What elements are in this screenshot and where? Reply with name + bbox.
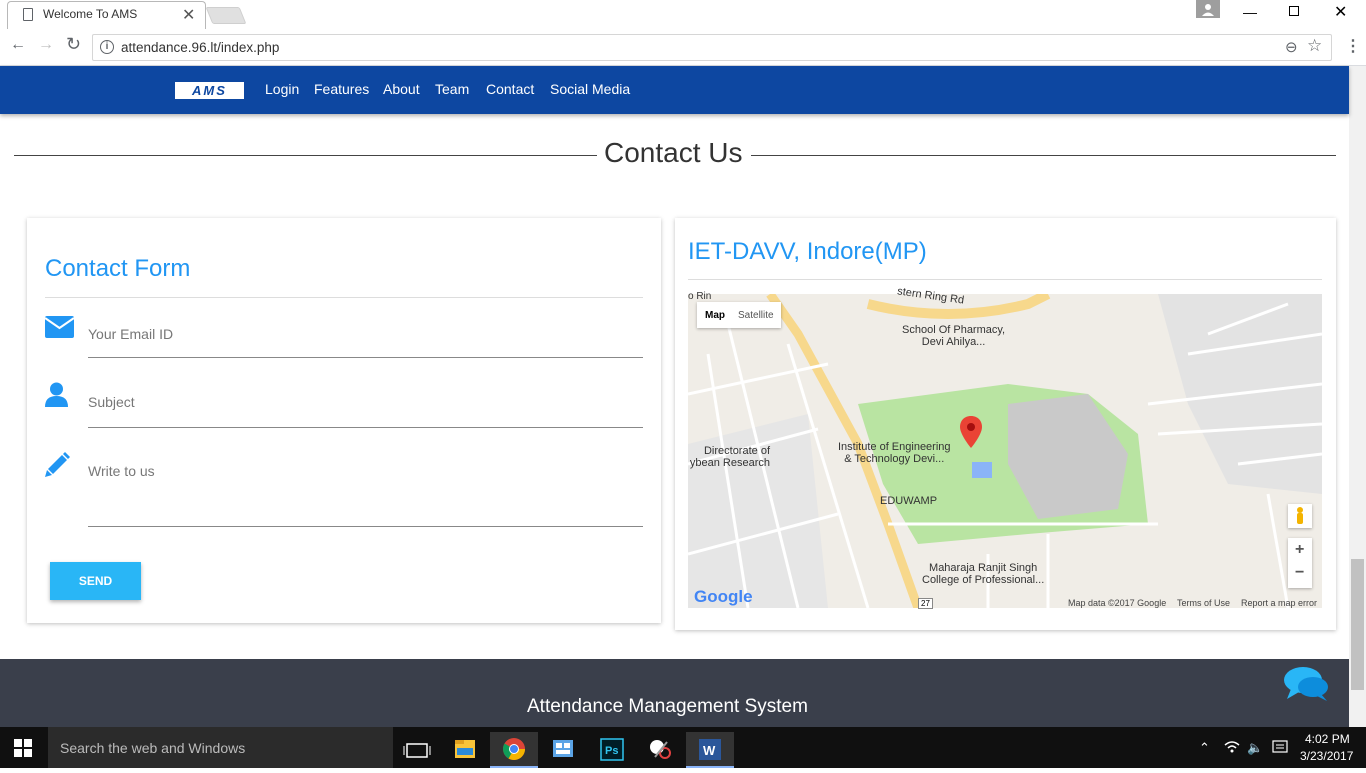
nav-link-about[interactable]: About xyxy=(383,81,420,97)
highway-badge: 27 xyxy=(918,598,933,609)
map-data-attribution: Map data ©2017 Google xyxy=(1068,598,1167,608)
forward-icon[interactable]: → xyxy=(38,36,54,54)
wifi-icon[interactable] xyxy=(1224,740,1240,759)
close-window-button[interactable]: ✕ xyxy=(1334,2,1347,22)
zoom-icon[interactable]: ⊖ xyxy=(1285,38,1298,56)
back-icon[interactable]: ← xyxy=(10,36,26,54)
windows-start-icon[interactable] xyxy=(14,739,32,762)
report-map-error-link[interactable]: Report a map error xyxy=(1241,598,1317,608)
taskbar-clock-date[interactable]: 3/23/2017 xyxy=(1300,749,1353,763)
new-tab-button[interactable] xyxy=(205,7,247,24)
profile-icon[interactable] xyxy=(1196,0,1220,18)
map-pin-icon[interactable] xyxy=(960,416,982,453)
taskbar-search-placeholder: Search the web and Windows xyxy=(60,740,246,756)
email-field-underline xyxy=(88,357,643,358)
place-label-eduwamp[interactable]: EDUWAMP xyxy=(880,495,937,507)
control-panel-icon[interactable] xyxy=(539,732,587,768)
pencil-icon xyxy=(45,452,70,482)
restore-window-button[interactable] xyxy=(1289,6,1299,16)
zoom-out-button[interactable]: − xyxy=(1295,564,1304,582)
chat-icon[interactable] xyxy=(1283,665,1329,706)
form-divider xyxy=(45,297,643,298)
photoshop-icon[interactable]: Ps xyxy=(588,732,636,768)
section-title: Contact Us xyxy=(604,137,743,168)
close-tab-icon[interactable]: ✕ xyxy=(182,5,195,25)
subject-field[interactable]: Subject xyxy=(88,394,135,410)
message-field[interactable]: Write to us xyxy=(88,463,155,479)
map-divider xyxy=(688,279,1322,280)
document-icon xyxy=(23,8,33,21)
contact-form-title: Contact Form xyxy=(45,255,191,282)
reload-icon[interactable]: ↻ xyxy=(66,34,81,55)
show-hidden-icons-icon[interactable]: ⌃ xyxy=(1199,740,1210,756)
email-field[interactable]: Your Email ID xyxy=(88,326,173,342)
chrome-icon[interactable] xyxy=(490,732,538,768)
subject-field-underline xyxy=(88,427,643,428)
info-icon[interactable]: i xyxy=(100,40,114,54)
place-label-pharmacy[interactable]: School Of Pharmacy, Devi Ahilya... xyxy=(902,324,1005,348)
nav-link-team[interactable]: Team xyxy=(435,81,469,97)
message-field-underline xyxy=(88,526,643,527)
road-label-ring: o Rin xyxy=(688,291,712,302)
svg-text:Ps: Ps xyxy=(605,745,618,757)
map-type-satellite-button[interactable]: Satellite xyxy=(738,310,774,321)
svg-text:W: W xyxy=(703,743,716,758)
envelope-icon xyxy=(44,316,75,343)
map-card-title: IET-DAVV, Indore(MP) xyxy=(688,238,927,265)
file-explorer-icon[interactable] xyxy=(441,732,489,768)
street-view-pegman-icon[interactable] xyxy=(1288,504,1312,528)
nav-link-social-media[interactable]: Social Media xyxy=(550,81,630,97)
nav-link-features[interactable]: Features xyxy=(314,81,369,97)
action-center-icon[interactable] xyxy=(1272,740,1288,759)
task-view-icon[interactable] xyxy=(393,732,441,768)
taskbar-clock-time[interactable]: 4:02 PM xyxy=(1305,732,1350,746)
nav-link-contact[interactable]: Contact xyxy=(486,81,534,97)
map-type-map-button[interactable]: Map xyxy=(705,310,725,321)
terms-of-use-link[interactable]: Terms of Use xyxy=(1177,598,1230,608)
tab-title: Welcome To AMS xyxy=(43,7,138,21)
place-label-directorate[interactable]: Directorate of ybean Research xyxy=(688,445,770,469)
heading-divider-left xyxy=(14,155,597,156)
place-label-institute[interactable]: Institute of Engineering & Technology Dev… xyxy=(838,441,951,465)
bookmark-star-icon[interactable]: ☆ xyxy=(1307,36,1322,56)
volume-icon[interactable]: 🔈 xyxy=(1247,740,1263,756)
zoom-in-button[interactable]: + xyxy=(1295,541,1304,559)
ams-logo[interactable]: AMS xyxy=(175,82,244,99)
send-button[interactable]: SEND xyxy=(50,562,141,600)
browser-menu-icon[interactable]: ⋮ xyxy=(1345,36,1361,56)
snipping-tool-icon[interactable] xyxy=(637,732,685,768)
google-logo: Google xyxy=(694,587,753,606)
word-icon[interactable]: W xyxy=(686,732,734,768)
minimize-window-button[interactable]: — xyxy=(1243,4,1257,20)
url-text[interactable]: attendance.96.lt/index.php xyxy=(121,40,279,55)
place-label-maharaja[interactable]: Maharaja Ranjit Singh College of Professi… xyxy=(922,562,1044,586)
heading-divider-right xyxy=(751,155,1336,156)
footer-title: Attendance Management System xyxy=(527,696,808,717)
user-icon xyxy=(45,382,68,412)
scrollbar-thumb[interactable] xyxy=(1351,559,1364,690)
nav-link-login[interactable]: Login xyxy=(265,81,299,97)
